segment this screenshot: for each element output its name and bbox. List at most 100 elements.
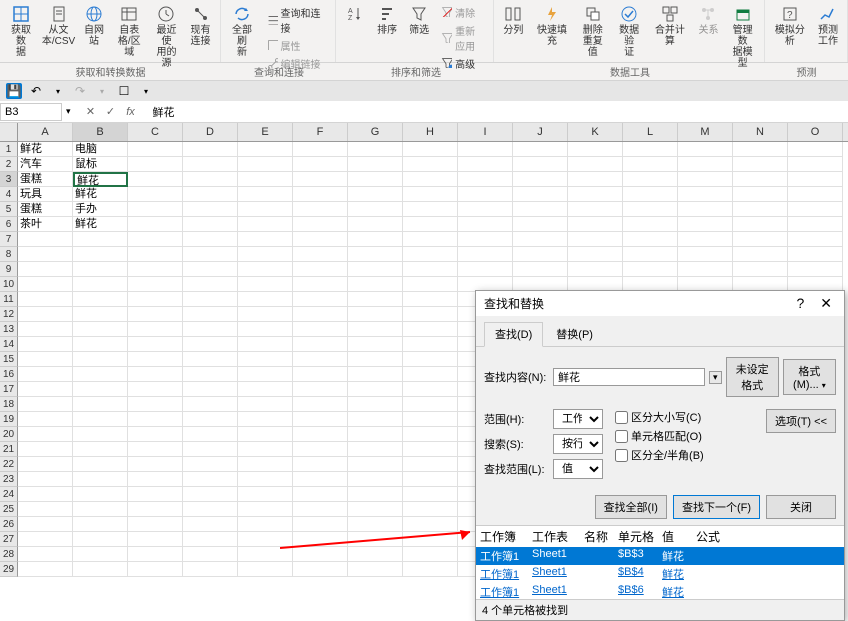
cell-K1[interactable] <box>568 142 623 157</box>
cell-N3[interactable] <box>733 172 788 187</box>
cell-F24[interactable] <box>293 487 348 502</box>
cell-O8[interactable] <box>788 247 843 262</box>
row-header-2[interactable]: 2 <box>0 157 18 172</box>
cell-B12[interactable] <box>73 307 128 322</box>
col-header-G[interactable]: G <box>348 123 403 141</box>
cell-C11[interactable] <box>128 292 183 307</box>
cell-B3[interactable]: 鲜花 <box>73 172 128 187</box>
cell-H8[interactable] <box>403 247 458 262</box>
cell-N7[interactable] <box>733 232 788 247</box>
col-header-O[interactable]: O <box>788 123 843 141</box>
result-header[interactable]: 值 <box>658 526 692 547</box>
fx-icon[interactable]: fx <box>123 104 139 120</box>
cell-O9[interactable] <box>788 262 843 277</box>
cell-G6[interactable] <box>348 217 403 232</box>
cell-H27[interactable] <box>403 532 458 547</box>
cell-C4[interactable] <box>128 187 183 202</box>
cell-D7[interactable] <box>183 232 238 247</box>
cell-J3[interactable] <box>513 172 568 187</box>
cell-I4[interactable] <box>458 187 513 202</box>
cell-H19[interactable] <box>403 412 458 427</box>
cell-L3[interactable] <box>623 172 678 187</box>
cell-E3[interactable] <box>238 172 293 187</box>
cell-K8[interactable] <box>568 247 623 262</box>
cell-L9[interactable] <box>623 262 678 277</box>
cell-A8[interactable] <box>18 247 73 262</box>
cell-E16[interactable] <box>238 367 293 382</box>
cell-C12[interactable] <box>128 307 183 322</box>
cell-A3[interactable]: 蛋糕 <box>18 172 73 187</box>
cell-E24[interactable] <box>238 487 293 502</box>
cell-B6[interactable]: 鲜花 <box>73 217 128 232</box>
cell-J5[interactable] <box>513 202 568 217</box>
cell-I3[interactable] <box>458 172 513 187</box>
col-header-I[interactable]: I <box>458 123 513 141</box>
cell-J7[interactable] <box>513 232 568 247</box>
cell-C27[interactable] <box>128 532 183 547</box>
col-header-L[interactable]: L <box>623 123 678 141</box>
cell-F6[interactable] <box>293 217 348 232</box>
cell-C29[interactable] <box>128 562 183 577</box>
cell-N5[interactable] <box>733 202 788 217</box>
cell-D23[interactable] <box>183 472 238 487</box>
row-header-11[interactable]: 11 <box>0 292 18 307</box>
cell-D12[interactable] <box>183 307 238 322</box>
row-header-23[interactable]: 23 <box>0 472 18 487</box>
cell-G5[interactable] <box>348 202 403 217</box>
result-header[interactable]: 工作表 <box>528 526 580 547</box>
row-header-5[interactable]: 5 <box>0 202 18 217</box>
relations-button[interactable]: 关系 <box>693 2 723 71</box>
result-header[interactable]: 单元格 <box>614 526 658 547</box>
cell-F27[interactable] <box>293 532 348 547</box>
cell-K9[interactable] <box>568 262 623 277</box>
cell-E15[interactable] <box>238 352 293 367</box>
cell-B28[interactable] <box>73 547 128 562</box>
cell-H20[interactable] <box>403 427 458 442</box>
cell-F26[interactable] <box>293 517 348 532</box>
cell-E2[interactable] <box>238 157 293 172</box>
cell-A14[interactable] <box>18 337 73 352</box>
cell-H15[interactable] <box>403 352 458 367</box>
cell-F14[interactable] <box>293 337 348 352</box>
get-data-button[interactable]: 获取数据 <box>4 2 38 71</box>
row-header-19[interactable]: 19 <box>0 412 18 427</box>
cell-D10[interactable] <box>183 277 238 292</box>
cell-L7[interactable] <box>623 232 678 247</box>
row-header-13[interactable]: 13 <box>0 322 18 337</box>
remove-dup-button[interactable]: 删除重复值 <box>576 2 610 71</box>
cell-C6[interactable] <box>128 217 183 232</box>
cell-H2[interactable] <box>403 157 458 172</box>
cell-L8[interactable] <box>623 247 678 262</box>
cell-C15[interactable] <box>128 352 183 367</box>
cell-C20[interactable] <box>128 427 183 442</box>
cell-G12[interactable] <box>348 307 403 322</box>
flash-fill-button[interactable]: 快速填充 <box>530 2 573 71</box>
cell-E29[interactable] <box>238 562 293 577</box>
cell-F19[interactable] <box>293 412 348 427</box>
cell-I9[interactable] <box>458 262 513 277</box>
cell-D13[interactable] <box>183 322 238 337</box>
cell-D17[interactable] <box>183 382 238 397</box>
row-header-14[interactable]: 14 <box>0 337 18 352</box>
find-input[interactable] <box>553 368 705 386</box>
cell-A20[interactable] <box>18 427 73 442</box>
cell-F18[interactable] <box>293 397 348 412</box>
cell-H16[interactable] <box>403 367 458 382</box>
cell-F4[interactable] <box>293 187 348 202</box>
cell-K4[interactable] <box>568 187 623 202</box>
row-header-18[interactable]: 18 <box>0 397 18 412</box>
cell-J6[interactable] <box>513 217 568 232</box>
cell-C25[interactable] <box>128 502 183 517</box>
cell-C23[interactable] <box>128 472 183 487</box>
cell-M8[interactable] <box>678 247 733 262</box>
cell-F15[interactable] <box>293 352 348 367</box>
cell-B17[interactable] <box>73 382 128 397</box>
cell-D11[interactable] <box>183 292 238 307</box>
cell-H21[interactable] <box>403 442 458 457</box>
cell-G3[interactable] <box>348 172 403 187</box>
cell-C5[interactable] <box>128 202 183 217</box>
row-header-12[interactable]: 12 <box>0 307 18 322</box>
cell-B26[interactable] <box>73 517 128 532</box>
cell-M1[interactable] <box>678 142 733 157</box>
cell-F17[interactable] <box>293 382 348 397</box>
